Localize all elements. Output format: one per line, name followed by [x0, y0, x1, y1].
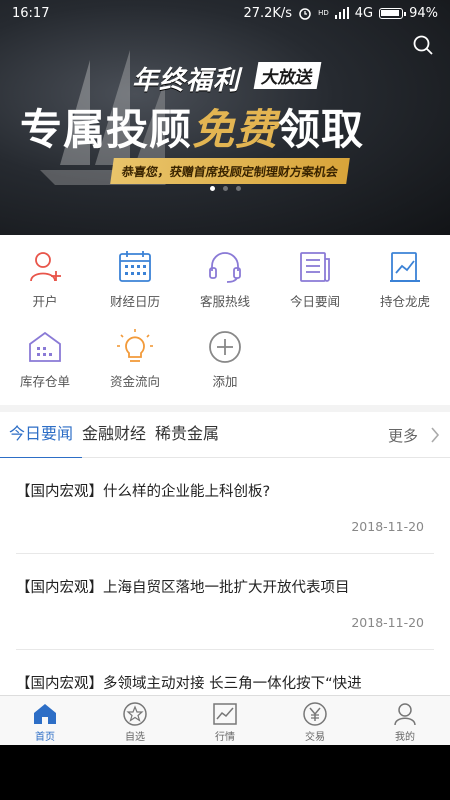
news-item[interactable]: 【国内宏观】多领域主动对接 长三角一体化按下“快进 [0, 650, 450, 695]
news-title: 【国内宏观】上海自贸区落地一批扩大开放代表项目 [16, 580, 350, 596]
banner-headline-a: 专属投顾 [20, 105, 193, 154]
battery-fill [381, 9, 399, 16]
menu-item-label: 资金流向 [109, 374, 160, 389]
news-item[interactable]: 【国内宏观】什么样的企业能上科创板? 2018-11-20 [0, 458, 450, 554]
banner-strip-text: 恭喜您，获赠首席投顾定制理财方案机会 [120, 164, 339, 179]
nav-profile[interactable]: 我的 [360, 696, 450, 745]
menu-item-fund-flow[interactable]: 资金流向 [90, 315, 180, 393]
yen-icon [303, 702, 327, 726]
news-tabs: 今日要闻 金融财经 稀贵金属 更多 [0, 412, 450, 459]
tab-finance[interactable]: 金融财经 [73, 412, 146, 458]
search-icon[interactable] [412, 34, 434, 56]
nav-trade[interactable]: 交易 [270, 696, 360, 745]
news-item[interactable]: 【国内宏观】上海自贸区落地一批扩大开放代表项目 2018-11-20 [0, 554, 450, 650]
battery-percent: 94% [409, 5, 438, 21]
tab-label: 今日要闻 [9, 423, 74, 443]
warehouse-icon [29, 331, 61, 362]
banner-line1: 年终福利 [132, 66, 241, 96]
chevron-right-icon [431, 427, 440, 443]
nav-label: 行情 [215, 732, 235, 743]
promo-banner[interactable]: 年终福利 大放送 专属投顾免费领取 恭喜您，获赠首席投顾定制理财方案机会 [0, 0, 450, 235]
menu-item-label: 开户 [32, 294, 58, 309]
carousel-dots [0, 186, 450, 191]
network-speed: 27.2K/s [243, 5, 293, 21]
menu-item-open-account[interactable]: 开户 [0, 235, 90, 313]
nav-watchlist[interactable]: 自选 [90, 696, 180, 745]
network-type: 4G [354, 5, 374, 21]
star-icon [123, 702, 147, 726]
bottom-nav: 首页 自选 行情 交易 我的 [0, 695, 450, 745]
chart-doc-icon [390, 252, 420, 282]
carousel-dot[interactable] [235, 186, 241, 191]
nav-market[interactable]: 行情 [180, 696, 270, 745]
calendar-icon [119, 251, 151, 282]
quick-menu: 开户 财经日历 客服热线 今日要闻 持仓龙虎 库存仓单 资金流向 添加 [0, 235, 450, 405]
news-title: 【国内宏观】什么样的企业能上科创板? [16, 484, 271, 500]
menu-item-label: 今日要闻 [289, 294, 340, 309]
menu-item-label: 持仓龙虎 [379, 294, 430, 309]
menu-item-hotline[interactable]: 客服热线 [180, 235, 270, 313]
tab-label: 金融财经 [82, 423, 147, 443]
menu-item-label: 财经日历 [109, 294, 160, 309]
carousel-dot[interactable] [222, 186, 228, 191]
banner-headline: 专属投顾免费领取 [20, 96, 364, 157]
profile-icon [394, 703, 416, 726]
home-icon [34, 704, 56, 724]
nav-label: 交易 [305, 732, 325, 743]
menu-item-label: 添加 [212, 374, 238, 389]
banner-headline-c: 领取 [278, 105, 365, 154]
news-title: 【国内宏观】多领域主动对接 长三角一体化按下“快进 [16, 676, 362, 692]
carousel-dot[interactable] [209, 186, 215, 191]
headset-icon [209, 252, 241, 283]
news-icon [300, 252, 330, 282]
menu-item-add[interactable]: 添加 [180, 315, 270, 393]
menu-item-calendar[interactable]: 财经日历 [90, 235, 180, 313]
add-circle-icon [209, 331, 241, 363]
tab-label: 稀贵金属 [155, 423, 220, 443]
alarm-icon [299, 8, 311, 20]
news-list: 【国内宏观】什么样的企业能上科创板? 2018-11-20 【国内宏观】上海自贸… [0, 458, 450, 695]
tab-today-news[interactable]: 今日要闻 [0, 412, 83, 459]
banner-tag: 大放送 [253, 62, 322, 89]
news-date: 2018-11-20 [351, 519, 424, 534]
market-chart-icon [213, 703, 237, 725]
nav-label: 自选 [125, 732, 145, 743]
add-user-icon [30, 252, 61, 282]
menu-item-label: 客服热线 [199, 294, 250, 309]
more-label: 更多 [387, 426, 418, 445]
hd-signal-label: HD [318, 9, 329, 17]
menu-item-label: 库存仓单 [19, 374, 70, 389]
banner-strip: 恭喜您，获赠首席投顾定制理财方案机会 [110, 158, 350, 184]
nav-label: 首页 [35, 732, 55, 743]
more-button[interactable]: 更多 [388, 412, 440, 458]
status-time: 16:17 [12, 5, 50, 21]
nav-label: 我的 [395, 732, 415, 743]
tab-precious-metals[interactable]: 稀贵金属 [146, 412, 219, 458]
menu-item-news[interactable]: 今日要闻 [270, 235, 360, 313]
news-date: 2018-11-20 [351, 615, 424, 630]
menu-item-positions[interactable]: 持仓龙虎 [360, 235, 450, 313]
battery-icon [379, 7, 407, 19]
status-bar: 16:17 27.2K/s HD 4G 94% [0, 0, 450, 26]
menu-item-warehouse[interactable]: 库存仓单 [0, 315, 90, 393]
lightbulb-icon [117, 329, 153, 362]
banner-headline-b: 免费 [192, 105, 279, 154]
app-screen: 年终福利 大放送 专属投顾免费领取 恭喜您，获赠首席投顾定制理财方案机会 16:… [0, 0, 450, 745]
nav-home[interactable]: 首页 [0, 696, 90, 745]
signal-icon [334, 7, 349, 19]
